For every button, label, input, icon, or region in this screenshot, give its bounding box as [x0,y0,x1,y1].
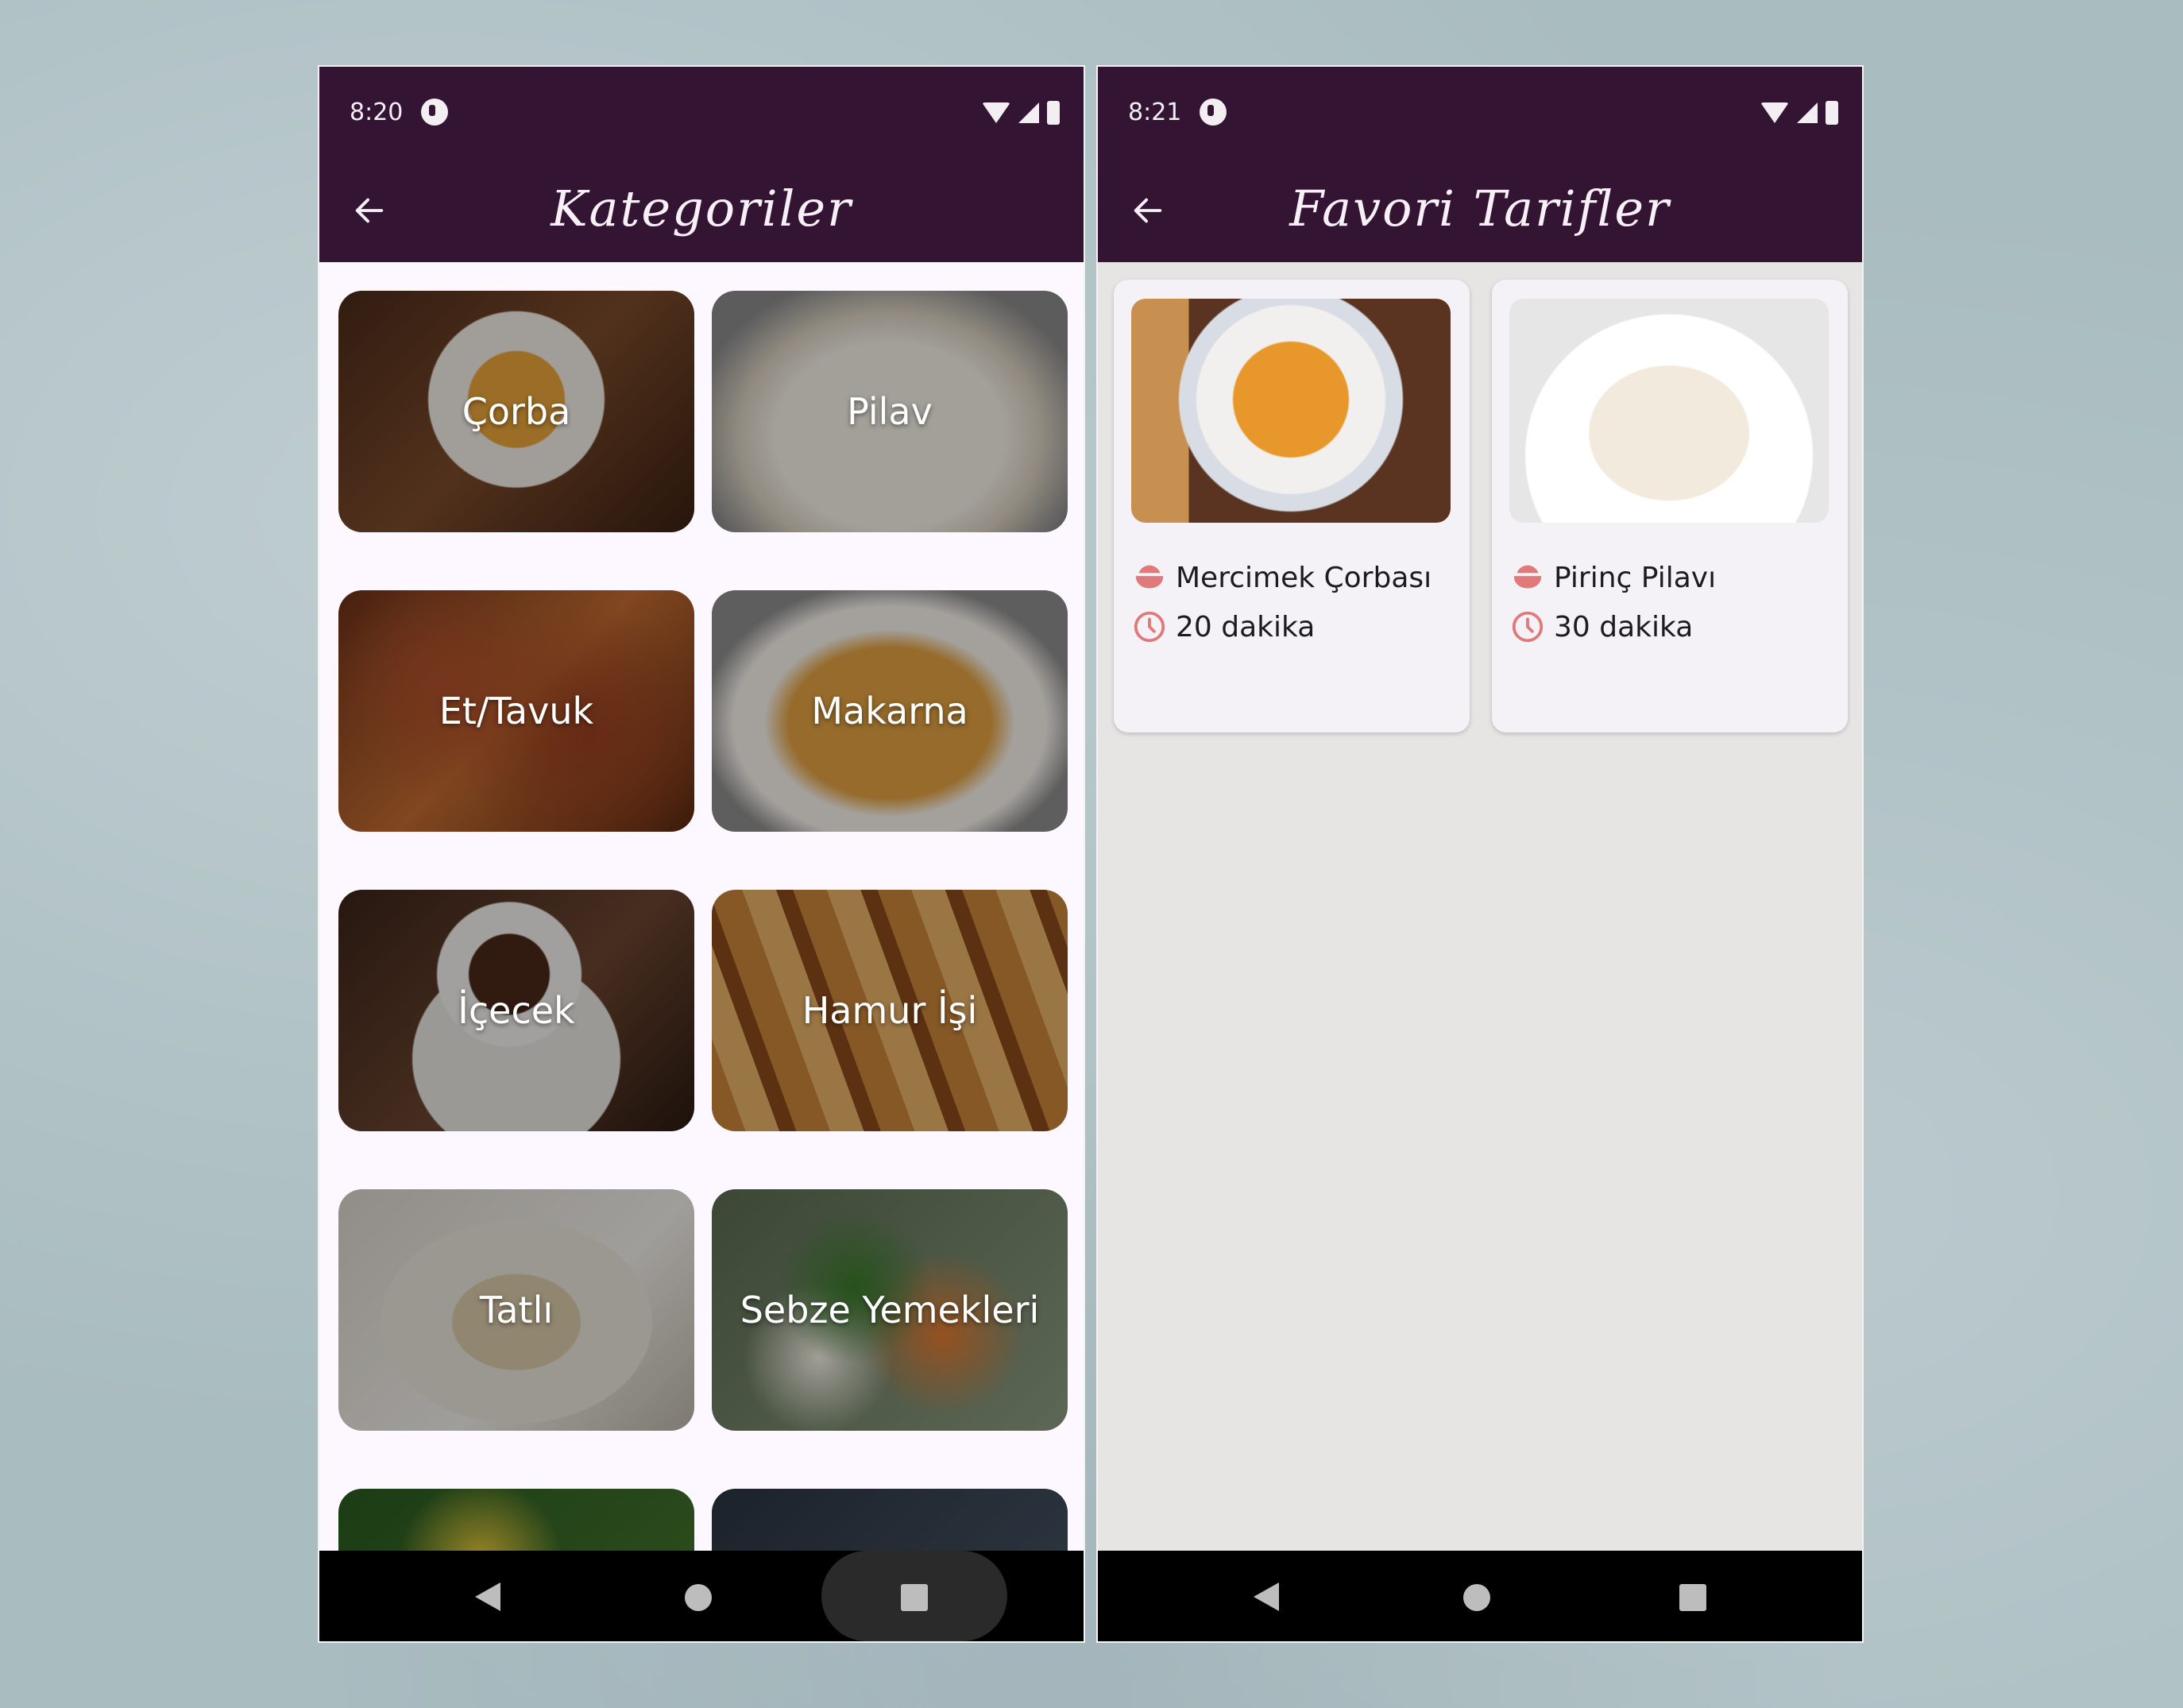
signal-icon [1018,102,1039,123]
wifi-icon [982,102,1010,123]
bowl-icon [1513,565,1542,589]
nav-recents-icon[interactable] [1679,1584,1706,1611]
app-bar: Kategoriler [319,159,1084,262]
category-card-corba[interactable]: Çorba [338,291,694,532]
status-time: 8:21 [1128,99,1182,126]
recipe-name-row: Pirinç Pilavı [1509,559,1716,596]
status-icons [1760,100,1838,126]
recipe-image [1131,299,1451,523]
nav-home-icon[interactable] [1463,1584,1490,1611]
status-bar: 8:21 [1098,67,1862,159]
page-title: Kategoriler [551,180,852,238]
clock-icon [1512,611,1544,643]
category-label: Pilav [847,390,933,433]
app-bar: Favori Tarifler [1098,159,1862,262]
category-label: İçecek [458,989,575,1032]
recipe-name-row: Mercimek Çorbası [1131,559,1432,596]
battery-icon [1826,101,1838,125]
category-card-tatli[interactable]: Tatlı [338,1189,694,1431]
wifi-icon [1760,102,1789,123]
category-label: Sebze Yemekleri [740,1289,1040,1331]
status-time: 8:20 [350,99,404,126]
status-bar: 8:20 [319,67,1084,159]
navigation-bar [1098,1551,1862,1641]
recipe-duration-row: 20 dakika [1131,609,1315,645]
notification-icon [421,99,448,126]
category-card-makarna[interactable]: Makarna [712,590,1068,832]
navigation-bar [319,1551,1084,1641]
nav-recents-icon[interactable] [901,1584,928,1611]
category-card-et-tavuk[interactable]: Et/Tavuk [338,590,694,832]
bowl-icon [1135,565,1164,589]
signal-icon [1797,102,1818,123]
recipe-duration-row: 30 dakika [1509,609,1693,645]
nav-home-icon[interactable] [685,1584,712,1611]
favorites-screen: 8:21 Favori Tarifler Mercimek Çorbası 20… [1096,65,1864,1643]
favorite-recipe-card[interactable]: Mercimek Çorbası 20 dakika [1114,280,1470,732]
recipe-name: Pirinç Pilavı [1554,561,1717,594]
category-card-hamur-isi[interactable]: Hamur İşi [712,890,1068,1131]
status-icons [982,100,1060,126]
category-label: Hamur İşi [802,989,978,1032]
category-label: Tatlı [479,1289,554,1331]
favorite-recipe-card[interactable]: Pirinç Pilavı 30 dakika [1492,280,1848,732]
category-card-sebze-yemekleri[interactable]: Sebze Yemekleri [712,1189,1068,1431]
recipe-image [1509,299,1829,523]
recipe-duration: 20 dakika [1176,610,1316,643]
recipe-duration: 30 dakika [1554,610,1694,643]
category-card-pilav[interactable]: Pilav [712,291,1068,532]
battery-icon [1047,101,1060,125]
notification-icon [1200,99,1227,126]
clock-icon [1134,611,1165,643]
category-label: Et/Tavuk [439,690,594,732]
nav-back-icon[interactable] [475,1582,500,1611]
category-label: Çorba [462,390,571,433]
category-label: Makarna [811,690,968,732]
recipe-name: Mercimek Çorbası [1176,561,1432,594]
categories-screen: 8:20 Kategoriler Çorba Pilav Et/Tavuk Ma… [318,65,1085,1643]
category-card-icecek[interactable]: İçecek [338,890,694,1131]
page-title: Favori Tarifler [1289,180,1671,238]
nav-back-icon[interactable] [1254,1582,1279,1611]
